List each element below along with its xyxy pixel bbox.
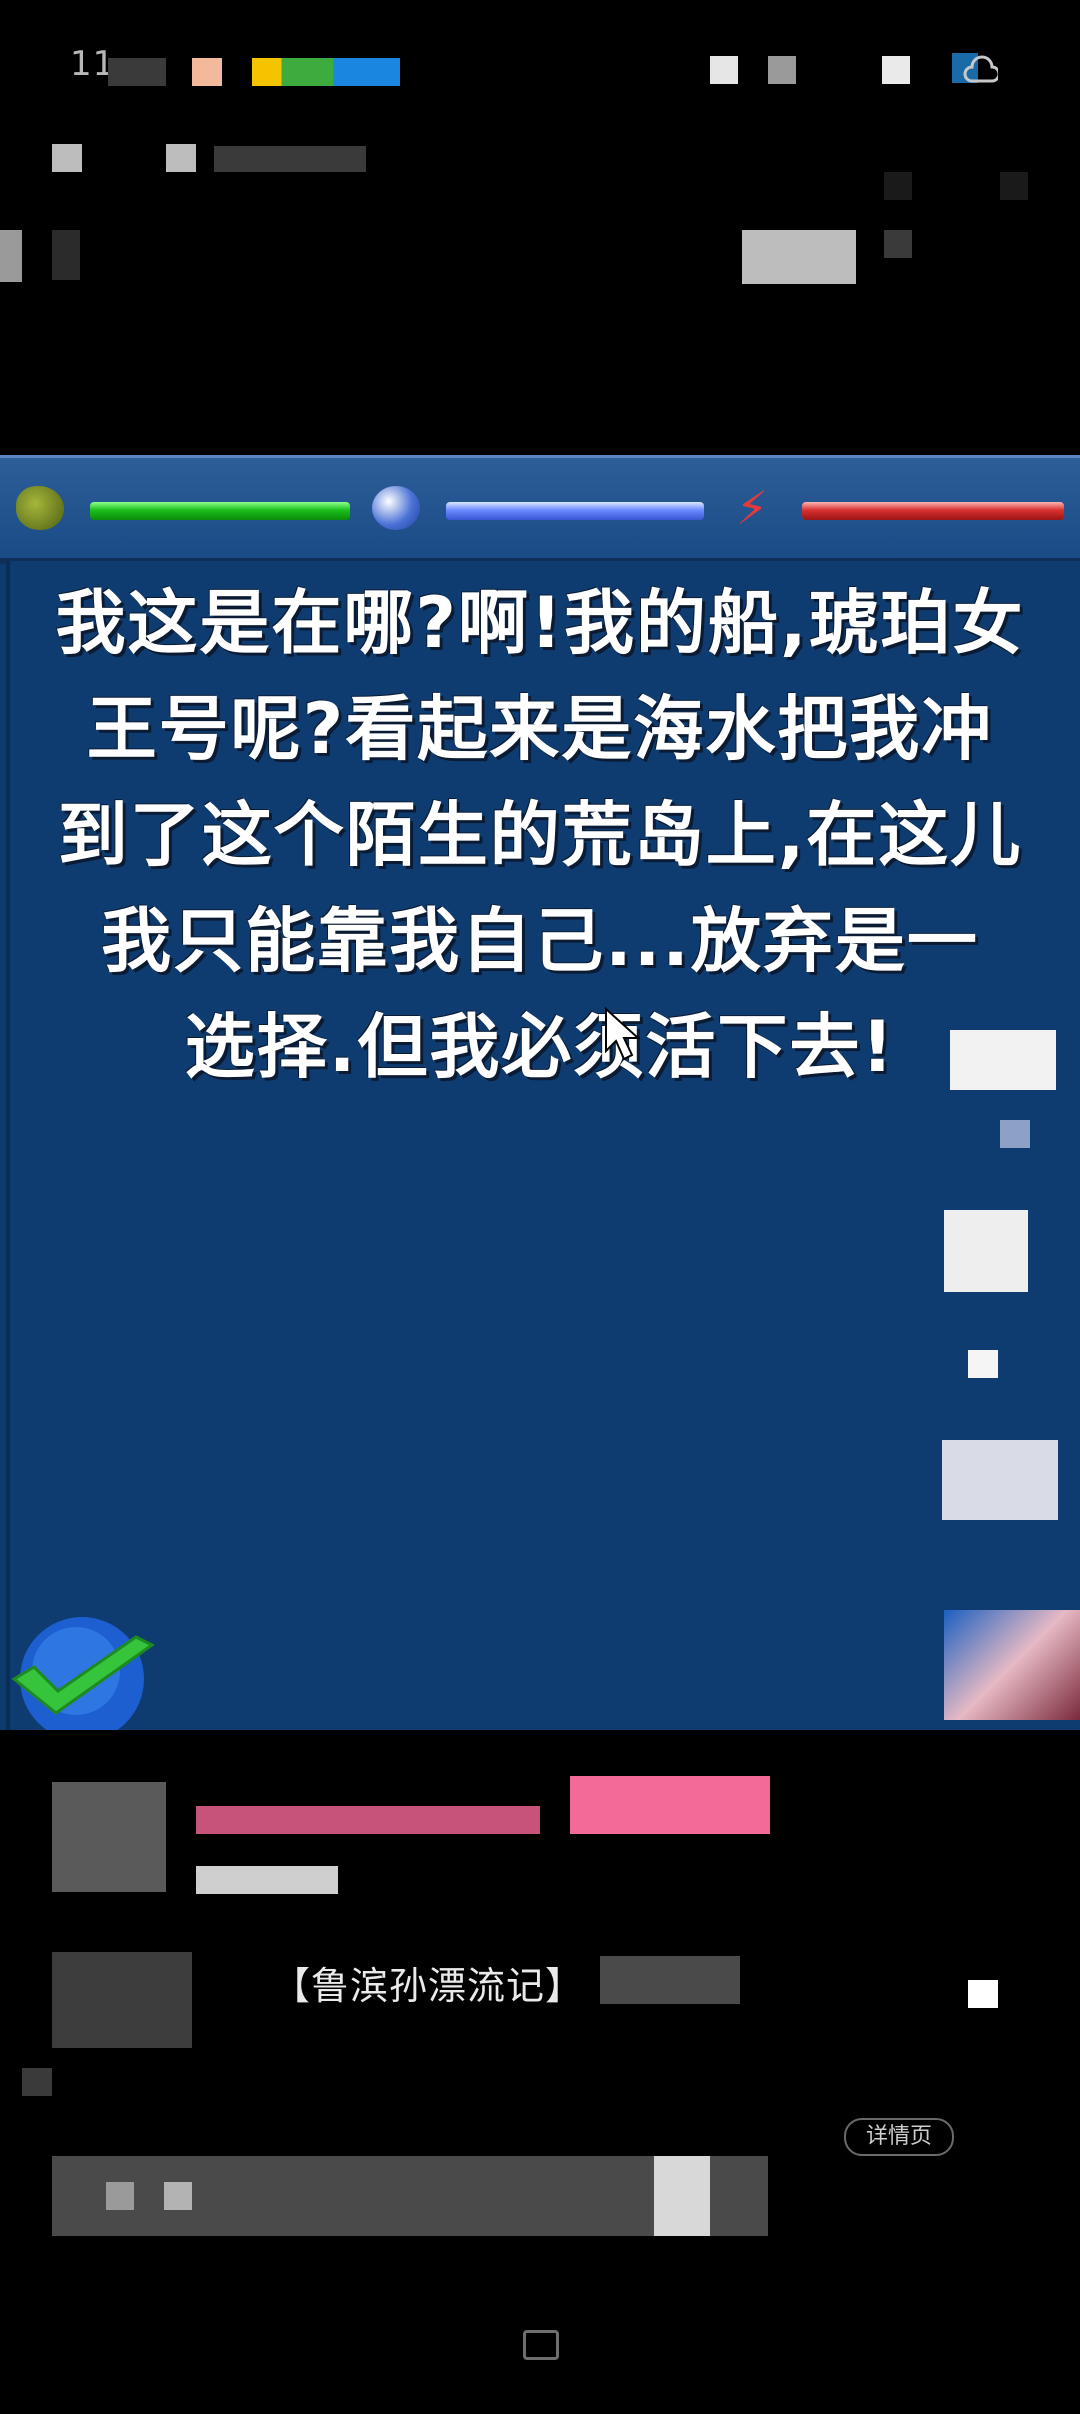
title-suffix xyxy=(600,1956,740,2004)
follow-button[interactable] xyxy=(742,230,856,284)
header-right-icon-3[interactable] xyxy=(1000,172,1028,200)
header-left-icon-2[interactable] xyxy=(166,144,196,172)
turtle-icon xyxy=(16,486,64,530)
dialog-line: 选择.但我必须活下去! xyxy=(184,1006,896,1088)
comment-input-icon-2 xyxy=(164,2182,192,2210)
share-small-icon[interactable] xyxy=(968,1980,998,2008)
dialog-line: 我这是在哪?啊!我的船,琥珀女 xyxy=(55,582,1025,664)
music-disc-icon[interactable] xyxy=(944,1610,1080,1720)
notification-icon xyxy=(108,58,166,86)
app-notification-icon xyxy=(192,58,222,86)
video-title[interactable]: 【鲁滨孙漂流记】 xyxy=(272,1955,584,2010)
status-bar: 11 xyxy=(0,0,1080,140)
health-bar xyxy=(90,502,350,520)
back-icon[interactable] xyxy=(0,230,22,282)
header-left-icon[interactable] xyxy=(52,144,82,172)
water-drop-icon xyxy=(372,486,420,530)
home-indicator-icon[interactable] xyxy=(523,2330,559,2360)
comment-send-icon[interactable] xyxy=(654,2156,710,2236)
like-icon[interactable] xyxy=(950,1030,1056,1090)
header-right-icon-2[interactable] xyxy=(884,172,912,200)
game-dialog: 我这是在哪?啊!我的船,琥珀女 王号呢?看起来是海水把我冲 到了这个陌生的荒岛上… xyxy=(10,570,1070,1100)
publish-time xyxy=(196,1866,338,1894)
comment-icon[interactable] xyxy=(944,1210,1028,1292)
author-badge xyxy=(570,1776,770,1834)
video-info xyxy=(0,1730,1080,2414)
wifi-icon xyxy=(768,56,796,84)
lightning-icon: ⚡ xyxy=(735,481,769,535)
header-subtitle-box xyxy=(214,146,366,172)
comment-count xyxy=(968,1350,998,1378)
app-header xyxy=(0,130,1080,290)
author-name[interactable] xyxy=(196,1806,540,1834)
battery-icon xyxy=(882,56,910,84)
header-right-icon[interactable] xyxy=(884,230,912,258)
comment-input-bar[interactable] xyxy=(52,2156,768,2236)
like-count xyxy=(1000,1120,1030,1148)
dialog-line: 我只能靠我自己...放弃是一 xyxy=(101,900,979,982)
dialog-line: 到了这个陌生的荒岛上,在这儿 xyxy=(57,794,1023,876)
game-hud: ⚡ xyxy=(0,455,1080,564)
cloud-icon xyxy=(952,45,1001,89)
info-left-icon xyxy=(22,2068,52,2096)
topic-avatar[interactable] xyxy=(52,1952,192,2048)
dialog-line: 王号呢?看起来是海水把我冲 xyxy=(86,688,994,770)
signal-icon xyxy=(710,56,738,84)
confirm-check-icon[interactable] xyxy=(6,1615,156,1730)
colorful-app-icon xyxy=(252,58,400,86)
detail-page-button[interactable]: 详情页 xyxy=(844,2118,954,2156)
share-icon[interactable] xyxy=(942,1440,1058,1520)
stamina-bar xyxy=(802,502,1064,520)
author-avatar[interactable] xyxy=(52,1782,166,1892)
header-avatar[interactable] xyxy=(52,230,80,280)
cursor-icon xyxy=(605,1007,641,1061)
thirst-bar xyxy=(446,502,704,520)
comment-input-icon xyxy=(106,2182,134,2210)
